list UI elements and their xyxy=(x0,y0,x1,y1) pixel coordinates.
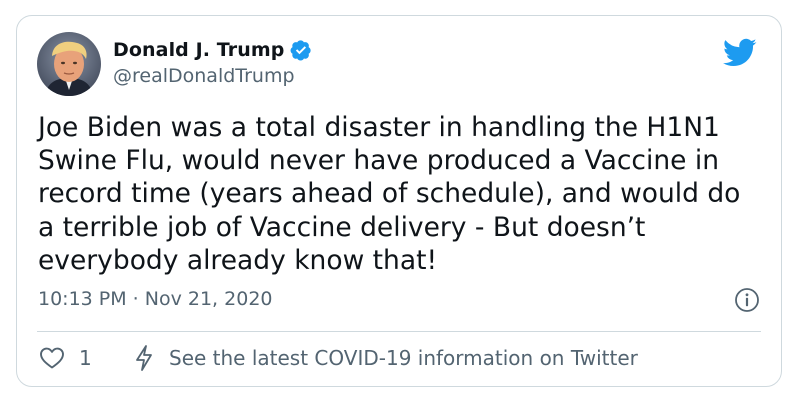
divider xyxy=(37,331,761,332)
avatar[interactable] xyxy=(37,32,101,96)
author-row: Donald J. Trump xyxy=(113,38,312,62)
info-icon[interactable] xyxy=(733,286,761,314)
twitter-bird-icon[interactable] xyxy=(723,38,757,68)
author-name[interactable]: Donald J. Trump xyxy=(113,39,284,61)
tweet-text: Joe Biden was a total disaster in handli… xyxy=(38,112,741,276)
lightning-bolt-icon xyxy=(136,345,152,371)
avatar-image xyxy=(37,32,101,96)
covid-info-link[interactable]: See the latest COVID-19 information on T… xyxy=(169,346,638,370)
heart-icon[interactable] xyxy=(39,346,65,370)
tweet-card: Donald J. Trump @realDonaldTrump Joe Bid… xyxy=(16,15,782,387)
verified-badge-icon xyxy=(291,40,312,61)
like-count[interactable]: 1 xyxy=(79,346,92,370)
tweet-timestamp[interactable]: 10:13 PM · Nov 21, 2020 xyxy=(38,288,273,310)
author-handle[interactable]: @realDonaldTrump xyxy=(113,65,295,87)
